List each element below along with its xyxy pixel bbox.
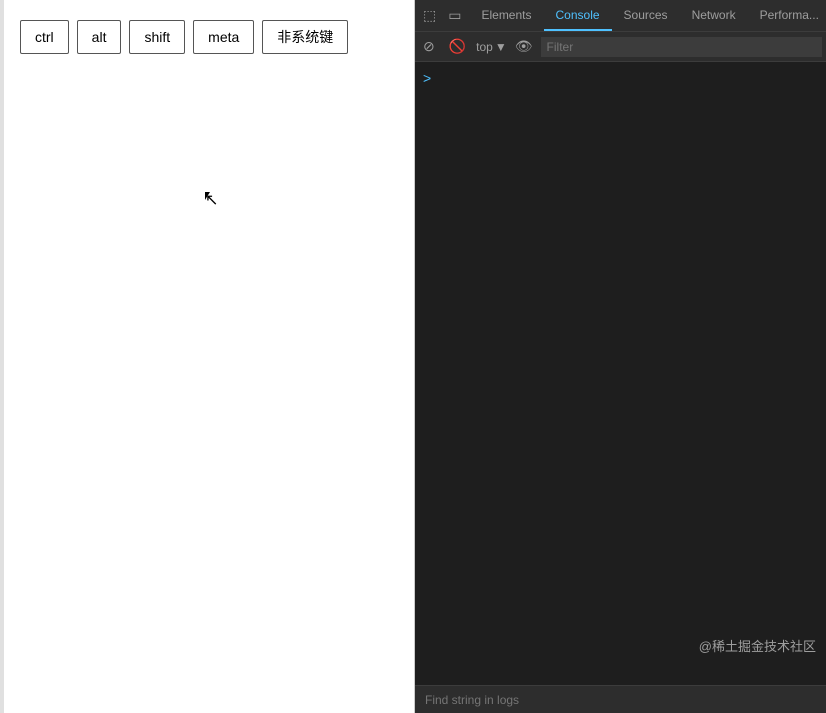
shift-button[interactable]: shift	[129, 20, 185, 54]
devtools-panel: ⬚ ▭ Elements Console Sources Network Per…	[415, 0, 826, 713]
tab-network[interactable]: Network	[680, 0, 748, 31]
devtools-icon-group: ⬚ ▭	[415, 5, 469, 26]
device-icon[interactable]: ▭	[446, 5, 463, 26]
top-label: top	[476, 40, 493, 54]
tab-console[interactable]: Console	[544, 0, 612, 31]
console-filter-input[interactable]	[541, 37, 822, 57]
tab-sources[interactable]: Sources	[612, 0, 680, 31]
key-buttons-container: ctrl alt shift meta 非系统键	[0, 0, 414, 74]
devtools-tabs-container: Elements Console Sources Network Perform…	[469, 0, 826, 31]
devtools-top-toolbar: ⬚ ▭ Elements Console Sources Network Per…	[415, 0, 826, 32]
eye-icon[interactable]: 👁	[513, 36, 535, 57]
main-content-panel: ctrl alt shift meta 非系统键 ↖	[0, 0, 415, 713]
panel-divider	[0, 0, 4, 713]
top-context-selector[interactable]: top ▼	[476, 40, 507, 54]
inspect-icon[interactable]: ⬚	[421, 5, 438, 26]
find-in-logs-bar	[415, 685, 826, 713]
meta-button[interactable]: meta	[193, 20, 254, 54]
console-prompt-symbol[interactable]: >	[423, 70, 431, 86]
nonsystem-button[interactable]: 非系统键	[262, 20, 348, 54]
alt-button[interactable]: alt	[77, 20, 122, 54]
mouse-cursor: ↖	[205, 192, 217, 210]
ctrl-button[interactable]: ctrl	[20, 20, 69, 54]
clear-console-button[interactable]: ⊘	[419, 36, 439, 57]
tab-elements[interactable]: Elements	[469, 0, 543, 31]
no-errors-button[interactable]: 🚫	[445, 36, 470, 57]
tab-performance[interactable]: Performa...	[748, 0, 826, 31]
console-output-area: > @稀土掘金技术社区	[415, 62, 826, 685]
dropdown-arrow-icon: ▼	[495, 40, 507, 54]
watermark-text: @稀土掘金技术社区	[699, 636, 816, 655]
find-in-logs-input[interactable]	[425, 693, 816, 707]
console-toolbar: ⊘ 🚫 top ▼ 👁	[415, 32, 826, 62]
